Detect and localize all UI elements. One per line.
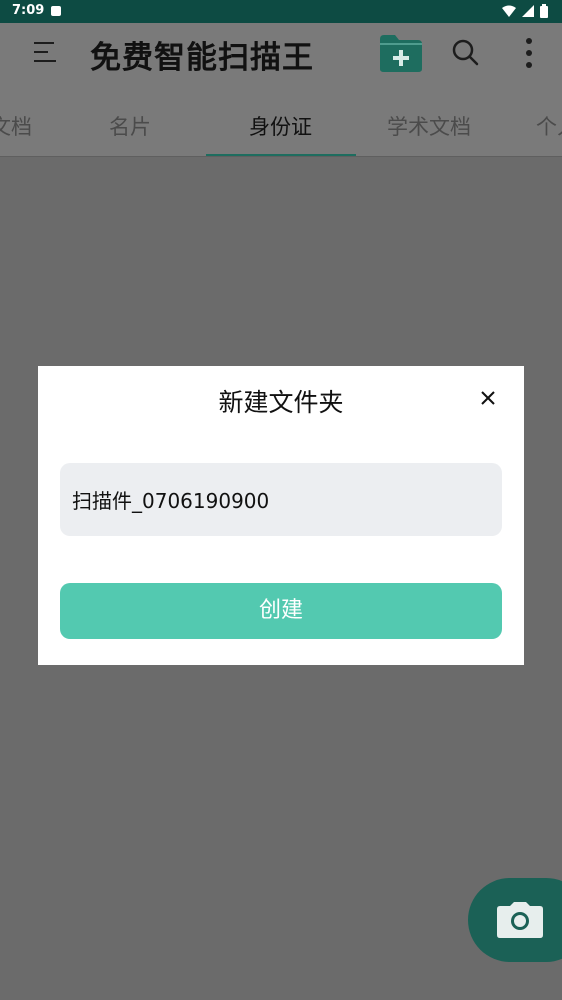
notification-icon xyxy=(51,6,61,16)
tab-personal[interactable]: 个人 xyxy=(536,111,562,141)
battery-icon xyxy=(540,4,548,18)
new-folder-icon[interactable] xyxy=(378,33,424,73)
create-button[interactable]: 创建 xyxy=(60,583,502,639)
camera-button[interactable] xyxy=(468,878,562,962)
status-time: 7:09 xyxy=(12,3,45,18)
search-icon[interactable] xyxy=(450,37,480,67)
status-bar: 7:09 xyxy=(0,0,562,23)
tab-academic-documents[interactable]: 学术文档 xyxy=(387,111,471,141)
dialog-title: 新建文件夹 xyxy=(218,388,344,417)
category-tabs: 文档 名片 身份证 学术文档 个人 xyxy=(0,83,562,157)
camera-icon xyxy=(497,902,543,938)
wifi-icon xyxy=(502,5,516,17)
tab-id-card[interactable]: 身份证 xyxy=(249,111,312,141)
app-title: 免费智能扫描王 xyxy=(90,40,314,76)
close-icon[interactable] xyxy=(479,389,497,407)
status-icons xyxy=(502,4,548,18)
signal-icon xyxy=(522,5,534,17)
folder-name-input[interactable] xyxy=(60,463,502,536)
more-vert-icon[interactable] xyxy=(524,37,534,69)
menu-icon[interactable] xyxy=(34,42,58,64)
new-folder-dialog: 新建文件夹 创建 xyxy=(38,366,524,665)
divider xyxy=(0,156,562,157)
tab-documents[interactable]: 文档 xyxy=(0,111,32,141)
app-bar: 免费智能扫描王 xyxy=(0,23,562,83)
tab-business-cards[interactable]: 名片 xyxy=(109,111,151,141)
